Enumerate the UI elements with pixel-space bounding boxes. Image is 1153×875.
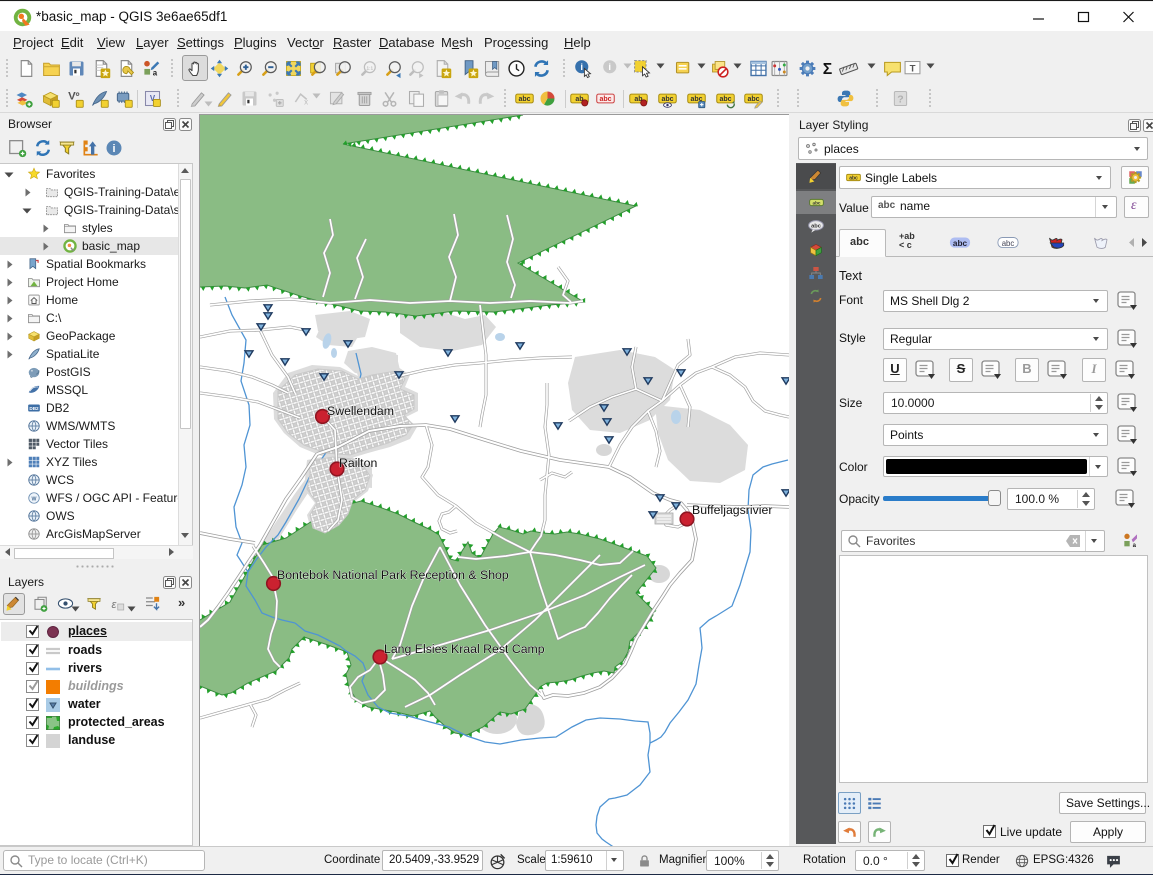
svg-text:i: i — [608, 61, 611, 72]
svg-text:Bontebok National Park Recepti: Bontebok National Park Reception & Shop — [277, 568, 509, 582]
svg-text:abc: abc — [518, 95, 530, 102]
svg-text:abc: abc — [1002, 239, 1015, 248]
svg-text:abc: abc — [953, 239, 968, 248]
svg-text:abc: abc — [661, 95, 673, 102]
svg-text:abc: abc — [812, 200, 820, 205]
svg-text:Swellendam: Swellendam — [327, 404, 394, 418]
svg-text:i: i — [112, 143, 115, 155]
svg-text:x: x — [304, 97, 308, 106]
svg-text:Lang Elsies Kraal Rest Camp: Lang Elsies Kraal Rest Camp — [384, 642, 545, 656]
svg-text:W: W — [32, 496, 37, 502]
svg-text:abc: abc — [719, 95, 731, 102]
svg-text:abc: abc — [599, 95, 611, 102]
svg-text:i: i — [580, 61, 583, 72]
svg-text:a: a — [153, 68, 158, 77]
svg-text:Σ: Σ — [822, 61, 831, 78]
svg-text:ε: ε — [112, 599, 118, 611]
svg-text:a: a — [1133, 543, 1137, 549]
svg-text:abc: abc — [811, 223, 821, 229]
svg-text:Railton: Railton — [339, 456, 377, 470]
svg-text:abc: abc — [747, 95, 759, 102]
svg-text:DB2: DB2 — [29, 406, 39, 411]
svg-text:T: T — [909, 63, 915, 74]
svg-text:V: V — [68, 90, 76, 102]
svg-text:?: ? — [897, 93, 903, 105]
svg-text:1:1: 1:1 — [366, 65, 373, 71]
svg-text:Buffeljagsrivier: Buffeljagsrivier — [692, 503, 772, 517]
svg-text:abc: abc — [849, 175, 858, 181]
